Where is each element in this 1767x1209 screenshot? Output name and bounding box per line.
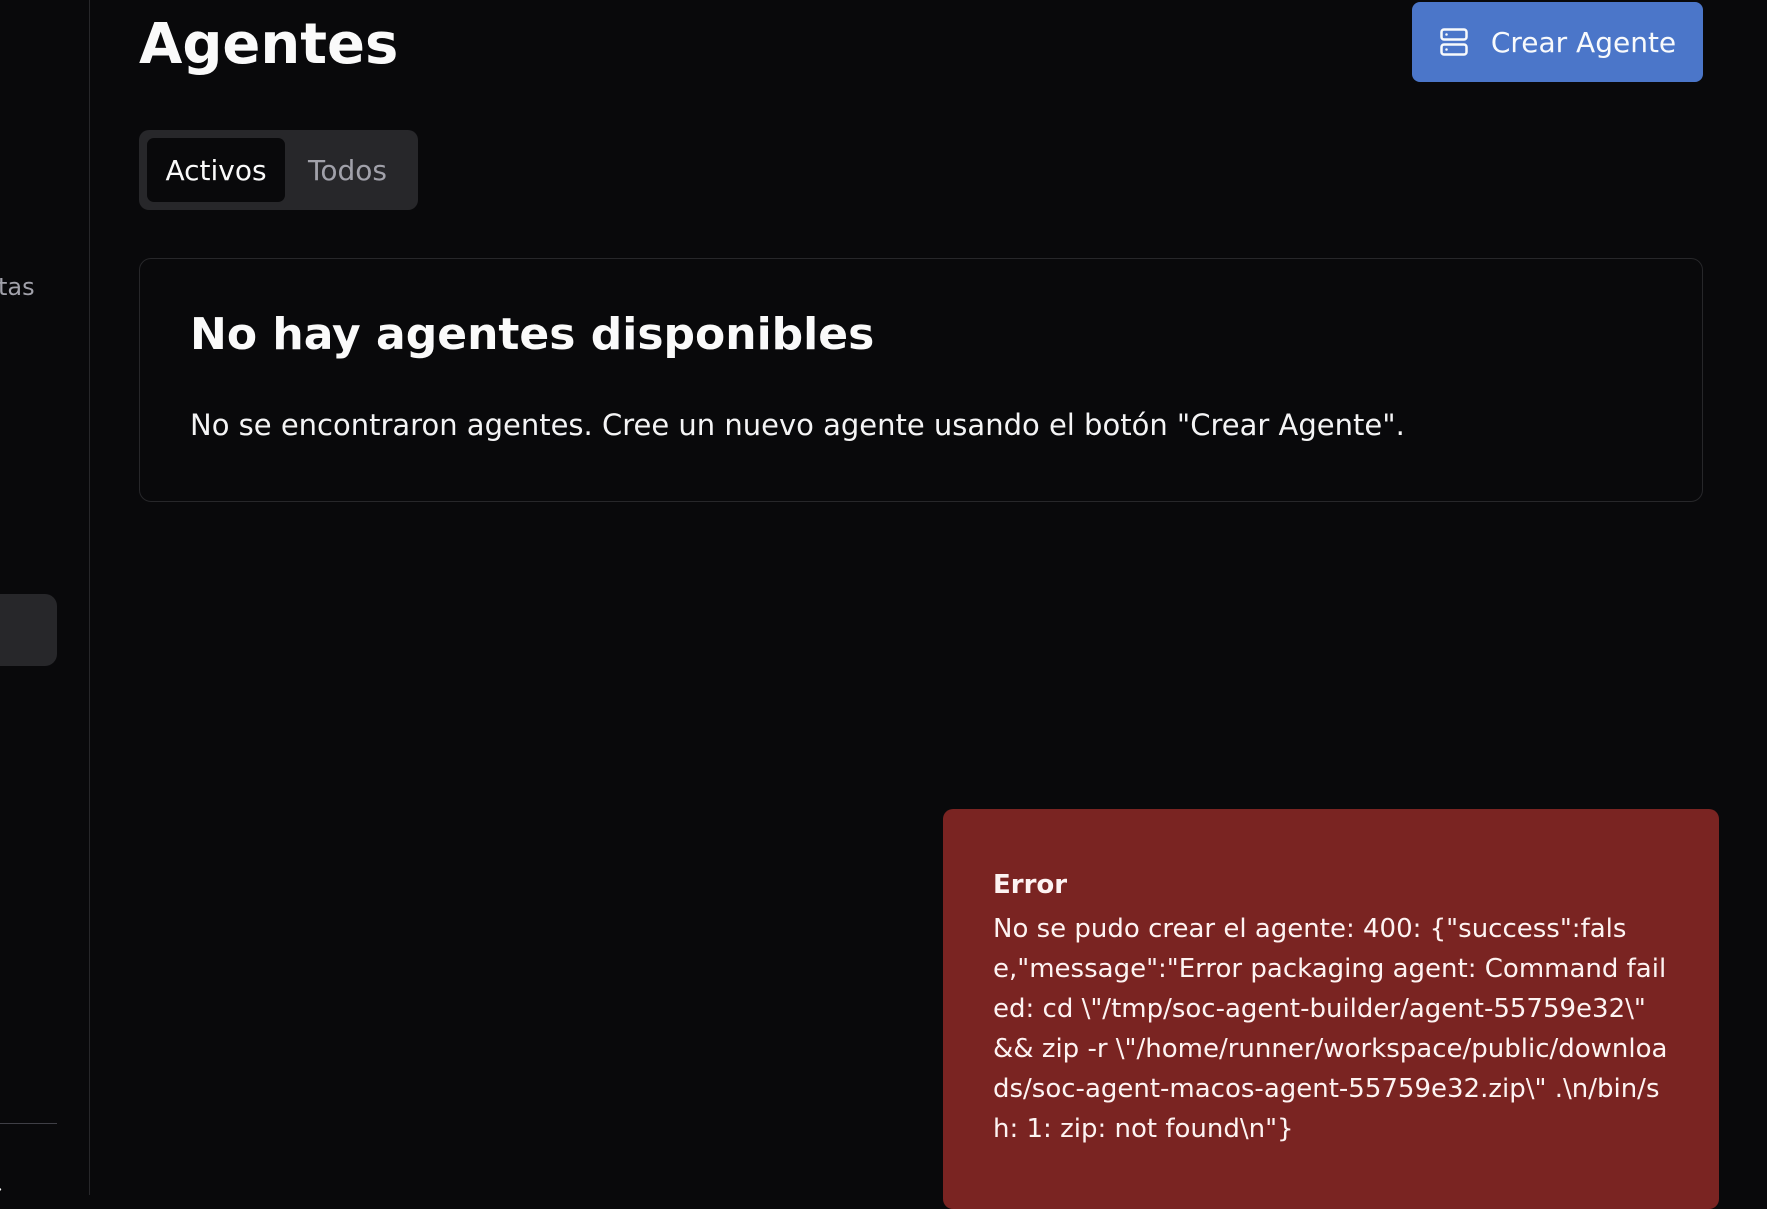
- sidebar-divider: [0, 1123, 57, 1124]
- error-toast[interactable]: Error No se pudo crear el agente: 400: {…: [943, 809, 1719, 1209]
- empty-state-card: No hay agentes disponibles No se encontr…: [139, 258, 1703, 502]
- server-icon: [1439, 27, 1469, 57]
- page-title: Agentes: [139, 12, 399, 77]
- tab-activos[interactable]: Activos: [147, 138, 285, 202]
- empty-state-title: No hay agentes disponibles: [190, 309, 875, 360]
- error-toast-message: No se pudo crear el agente: 400: {"succe…: [993, 914, 1668, 1144]
- sidebar-item-active[interactable]: [0, 594, 57, 666]
- error-toast-title: Error: [993, 870, 1068, 900]
- sidebar: tas ›: [0, 0, 90, 1195]
- sidebar-item-label-partial[interactable]: tas: [0, 272, 35, 302]
- empty-state-description: No se encontraron agentes. Cree un nuevo…: [190, 408, 1405, 442]
- agent-filter-tabs: Activos Todos: [139, 130, 418, 210]
- create-agent-button-label: Crear Agente: [1490, 25, 1677, 59]
- chevron-right-icon[interactable]: ›: [0, 1179, 3, 1196]
- create-agent-button[interactable]: Crear Agente: [1412, 2, 1703, 82]
- tab-todos[interactable]: Todos: [285, 138, 410, 202]
